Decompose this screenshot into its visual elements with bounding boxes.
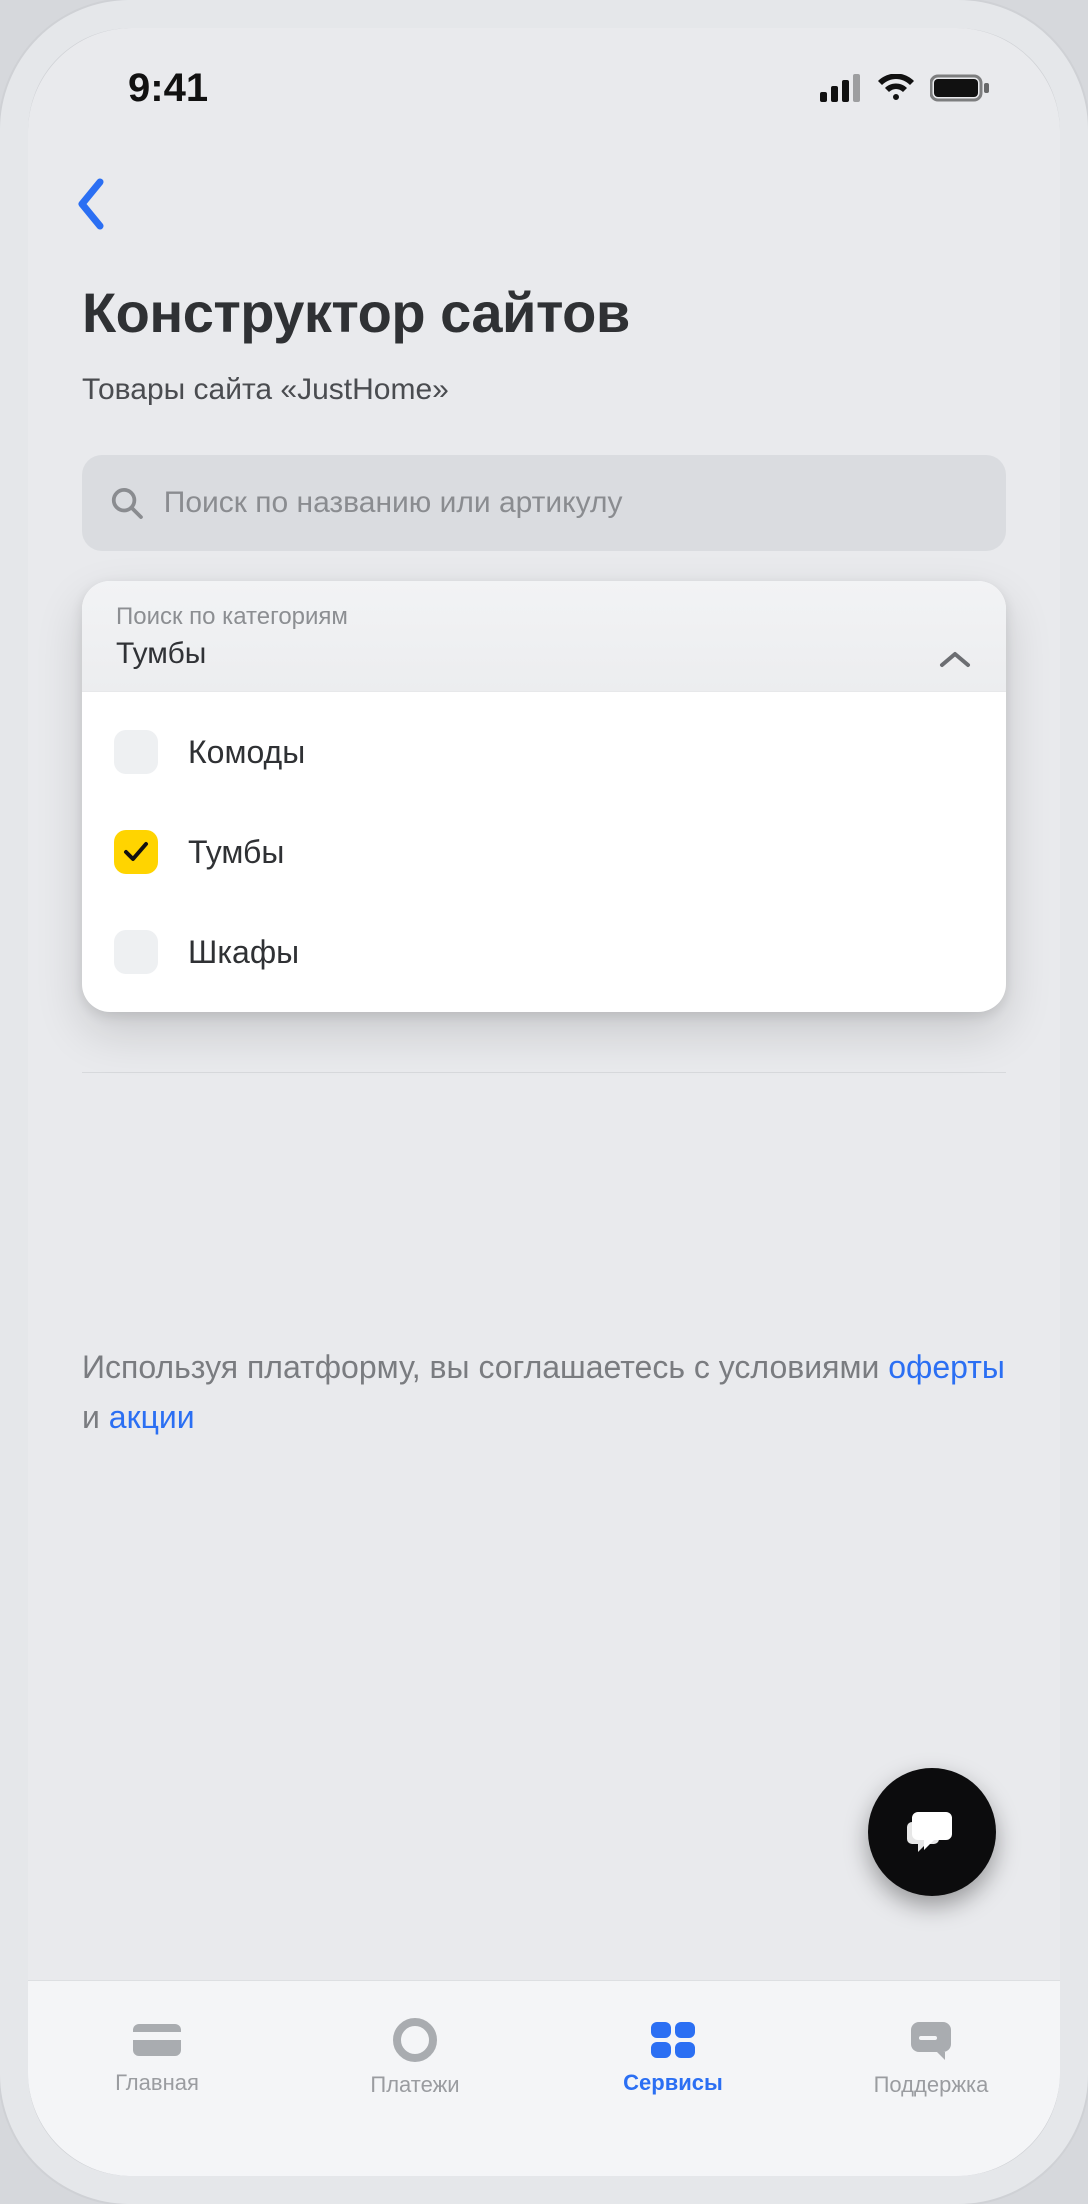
battery-icon xyxy=(930,74,990,102)
terms-prefix: Используя платформу, вы соглашаетесь с у… xyxy=(82,1349,888,1385)
tab-support-label: Поддержка xyxy=(874,2072,989,2098)
tab-payments-label: Платежи xyxy=(370,2072,459,2098)
status-bar: 9:41 xyxy=(28,28,1060,148)
screen: 9:41 Конструктор сайтов Товары сайта «Ju… xyxy=(28,28,1060,2176)
checkbox-unchecked[interactable] xyxy=(114,730,158,774)
search-wrap xyxy=(28,407,1060,551)
circle-icon xyxy=(393,2018,437,2062)
category-option[interactable]: Комоды xyxy=(92,702,996,802)
back-button[interactable] xyxy=(74,178,1020,230)
tab-support[interactable]: Поддержка xyxy=(802,1981,1060,2134)
category-header[interactable]: Поиск по категориям Тумбы xyxy=(82,581,1006,692)
tab-payments[interactable]: Платежи xyxy=(286,1981,544,2134)
category-list: Комоды Тумбы Шкафы xyxy=(82,692,1006,1012)
search-input[interactable] xyxy=(164,486,978,520)
terms-link-offer[interactable]: оферты xyxy=(888,1349,1005,1385)
grid-icon xyxy=(649,2020,697,2060)
side-button xyxy=(0,638,4,808)
terms-mid: и xyxy=(82,1399,109,1435)
checkbox-checked[interactable] xyxy=(114,830,158,874)
support-icon xyxy=(907,2018,955,2062)
chevron-left-icon xyxy=(74,178,108,230)
card-icon xyxy=(131,2020,183,2060)
category-label: Поиск по категориям xyxy=(116,603,348,631)
side-button xyxy=(1084,688,1088,948)
check-icon xyxy=(123,841,149,863)
chat-fab[interactable] xyxy=(868,1768,996,1896)
category-dropdown: Поиск по категориям Тумбы Комоды Тумб xyxy=(82,581,1006,1012)
category-option-label: Шкафы xyxy=(188,934,299,971)
clock: 9:41 xyxy=(128,66,208,111)
nav-back-row xyxy=(28,148,1060,250)
page-subtitle: Товары сайта «JustHome» xyxy=(28,355,1060,407)
side-button xyxy=(0,838,4,1008)
search-box[interactable] xyxy=(82,455,1006,551)
terms-text: Используя платформу, вы соглашаетесь с у… xyxy=(28,1073,1060,1442)
page-title: Конструктор сайтов xyxy=(82,280,1006,345)
tab-services-label: Сервисы xyxy=(623,2070,723,2096)
search-icon xyxy=(110,485,144,521)
category-wrap: Поиск по категориям Тумбы Комоды Тумб xyxy=(28,551,1060,1012)
category-option[interactable]: Тумбы xyxy=(92,802,996,902)
status-icons xyxy=(820,74,990,102)
tab-home-label: Главная xyxy=(115,2070,199,2096)
chevron-up-icon xyxy=(938,649,972,671)
phone-frame: 9:41 Конструктор сайтов Товары сайта «Ju… xyxy=(0,0,1088,2204)
terms-link-promo[interactable]: акции xyxy=(109,1399,195,1435)
side-button xyxy=(0,498,4,588)
chat-icon xyxy=(904,1804,960,1860)
wifi-icon xyxy=(876,74,916,102)
title-area: Конструктор сайтов xyxy=(28,250,1060,355)
category-selected: Тумбы xyxy=(116,637,348,671)
tab-home[interactable]: Главная xyxy=(28,1981,286,2134)
tab-bar: Главная Платежи Сервисы Поддержка xyxy=(28,1980,1060,2176)
category-option-label: Комоды xyxy=(188,734,305,771)
category-option-label: Тумбы xyxy=(188,834,284,871)
category-option[interactable]: Шкафы xyxy=(92,902,996,1002)
checkbox-unchecked[interactable] xyxy=(114,930,158,974)
tab-services[interactable]: Сервисы xyxy=(544,1981,802,2134)
cellular-icon xyxy=(820,74,862,102)
